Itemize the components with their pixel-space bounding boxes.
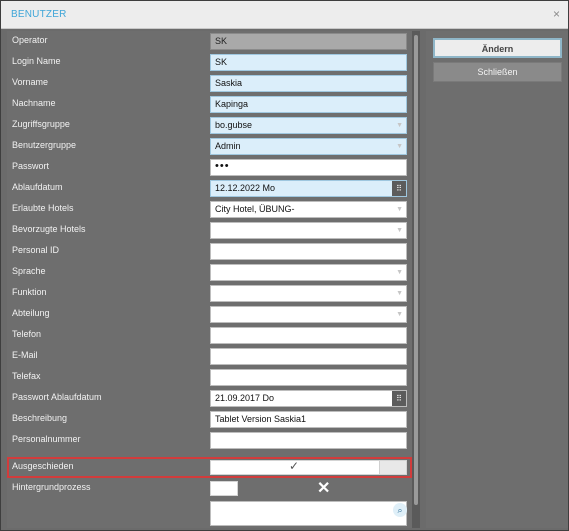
label-nachname: Nachname [12,98,56,108]
label-abteilung: Abteilung [12,308,50,318]
user-form: Operator SK Login Name SK Vorname Saskia… [7,31,412,528]
telefax-field[interactable] [210,369,407,386]
abteilung-select[interactable]: ▼ [210,306,407,323]
label-operator: Operator [12,35,48,45]
form-scrollbar[interactable] [412,31,420,528]
checkmark-icon: ✓ [289,459,300,473]
label-vorname: Vorname [12,77,49,87]
label-ablaufdatum: Ablaufdatum [12,182,63,192]
label-email: E-Mail [12,350,38,360]
schliessen-button[interactable]: Schließen [433,62,562,82]
label-telefon: Telefon [12,329,42,339]
toggle-knob[interactable] [379,461,406,474]
action-pane: Ändern Schließen [426,31,568,528]
row-sprache: Sprache ▼ [7,262,412,283]
label-telefax: Telefax [12,371,41,381]
funktion-select[interactable]: ▼ [210,285,407,302]
personal-id-field[interactable] [210,243,407,260]
row-hintergrundprozess: Hintergrundprozess ✕ [7,478,412,499]
ablaufdatum-field[interactable]: 12.12.2022 Mo ⠿ [210,180,407,197]
aendern-button[interactable]: Ändern [433,38,562,58]
label-benutzergruppe: Benutzergruppe [12,140,77,150]
row-personal-id: Personal ID [7,241,412,262]
chevron-down-icon: ▼ [396,143,403,150]
operator-field: SK [210,33,407,50]
row-abteilung: Abteilung ▼ [7,304,412,325]
password-field[interactable]: ••• [210,159,407,176]
row-personalnummer: Personalnummer [7,430,412,451]
title-bar: BENUTZER × [1,1,568,29]
label-ausgeschieden: Ausgeschieden [12,461,74,471]
chevron-down-icon: ▼ [396,311,403,318]
vorname-field[interactable]: Saskia [210,75,407,92]
label-erlaubte-hotels: Erlaubte Hotels [12,203,74,213]
bevorzugte-hotels-select[interactable]: ▼ [210,222,407,239]
label-bevorzugte-hotels: Bevorzugte Hotels [12,224,86,234]
row-operator: Operator SK [7,31,412,52]
sprache-select[interactable]: ▼ [210,264,407,281]
erlaubte-hotels-select[interactable]: City Hotel, ÜBUNG- ▼ [210,201,407,218]
row-beschreibung: Beschreibung Tablet Version Saskia1 [7,409,412,430]
extra-field[interactable]: ⌕ [210,501,407,526]
login-name-field[interactable]: SK [210,54,407,71]
calendar-icon[interactable]: ⠿ [392,391,406,406]
calendar-icon[interactable]: ⠿ [392,181,406,196]
row-telefon: Telefon [7,325,412,346]
row-nachname: Nachname Kapinga [7,94,412,115]
chevron-down-icon: ▼ [396,227,403,234]
label-personalnummer: Personalnummer [12,434,81,444]
user-dialog: BENUTZER × Operator SK Login Name SK Vor… [0,0,569,531]
label-passwort-ablaufdatum: Passwort Ablaufdatum [12,392,102,402]
scrollbar-thumb[interactable] [414,35,418,505]
label-beschreibung: Beschreibung [12,413,68,423]
row-vorname: Vorname Saskia [7,73,412,94]
row-ausgeschieden: Ausgeschieden ✓ [7,457,412,478]
row-passwort-ablaufdatum: Passwort Ablaufdatum 21.09.2017 Do ⠿ [7,388,412,409]
label-hintergrundprozess: Hintergrundprozess [12,482,91,492]
benutzergruppe-value: Admin [215,141,241,151]
label-personal-id: Personal ID [12,245,60,255]
beschreibung-field[interactable]: Tablet Version Saskia1 [210,411,407,428]
chevron-down-icon: ▼ [396,269,403,276]
dialog-title: BENUTZER [11,9,67,20]
label-sprache: Sprache [12,266,46,276]
row-benutzergruppe: Benutzergruppe Admin ▼ [7,136,412,157]
passwort-ablaufdatum-value: 21.09.2017 Do [215,393,275,403]
hintergrundprozess-toggle[interactable] [210,481,238,496]
benutzergruppe-select[interactable]: Admin ▼ [210,138,407,155]
row-bevorzugte-hotels: Bevorzugte Hotels ▼ [7,220,412,241]
row-email: E-Mail [7,346,412,367]
row-login-name: Login Name SK [7,52,412,73]
search-icon[interactable]: ⌕ [393,503,407,517]
zugriffsgruppe-select[interactable]: bo.gubse ▼ [210,117,407,134]
label-funktion: Funktion [12,287,47,297]
chevron-down-icon: ▼ [396,290,403,297]
ablaufdatum-value: 12.12.2022 Mo [215,183,276,193]
zugriffsgruppe-value: bo.gubse [215,120,253,130]
label-zugriffsgruppe: Zugriffsgruppe [12,119,70,129]
passwort-ablaufdatum-field[interactable]: 21.09.2017 Do ⠿ [210,390,407,407]
row-zugriffsgruppe: Zugriffsgruppe bo.gubse ▼ [7,115,412,136]
close-icon[interactable]: × [553,7,560,21]
row-telefax: Telefax [7,367,412,388]
row-erlaubte-hotels: Erlaubte Hotels City Hotel, ÜBUNG- ▼ [7,199,412,220]
chevron-down-icon: ▼ [396,122,403,129]
row-funktion: Funktion ▼ [7,283,412,304]
label-passwort: Passwort [12,161,50,171]
row-ablaufdatum: Ablaufdatum 12.12.2022 Mo ⠿ [7,178,412,199]
label-login-name: Login Name [12,56,61,66]
telefon-field[interactable] [210,327,407,344]
row-passwort: Passwort ••• [7,157,412,178]
nachname-field[interactable]: Kapinga [210,96,407,113]
email-field[interactable] [210,348,407,365]
erlaubte-hotels-value: City Hotel, ÜBUNG- [215,204,295,214]
personalnummer-field[interactable] [210,432,407,449]
x-icon: ✕ [317,480,331,497]
ausgeschieden-toggle[interactable]: ✓ [210,459,407,475]
chevron-down-icon: ▼ [396,206,403,213]
